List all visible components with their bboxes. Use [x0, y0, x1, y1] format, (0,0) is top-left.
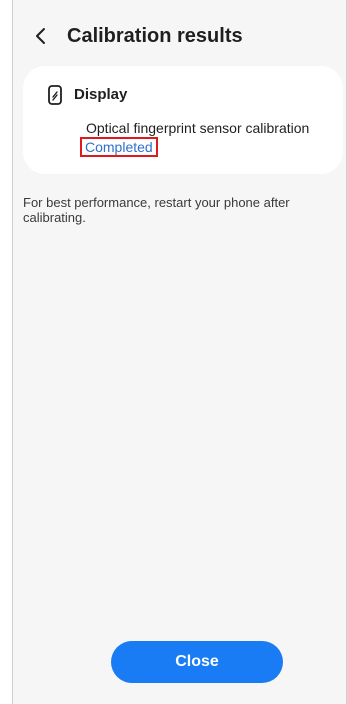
restart-note: For best performance, restart your phone… — [23, 195, 290, 225]
chevron-left-icon — [36, 28, 45, 44]
calibration-item-label: Optical fingerprint sensor calibration — [86, 120, 310, 136]
page-title: Calibration results — [67, 25, 243, 47]
calibration-status: Completed — [80, 137, 158, 157]
calibration-results-screen: Calibration results Display Optical fing… — [12, 0, 347, 704]
card-title: Display — [74, 86, 128, 103]
display-calibration-card: Display Optical fingerprint sensor calib… — [23, 66, 343, 174]
app-bar: Calibration results — [13, 16, 346, 56]
phone-display-icon — [46, 84, 64, 106]
close-button[interactable]: Close — [111, 641, 283, 683]
back-button[interactable] — [29, 24, 53, 48]
